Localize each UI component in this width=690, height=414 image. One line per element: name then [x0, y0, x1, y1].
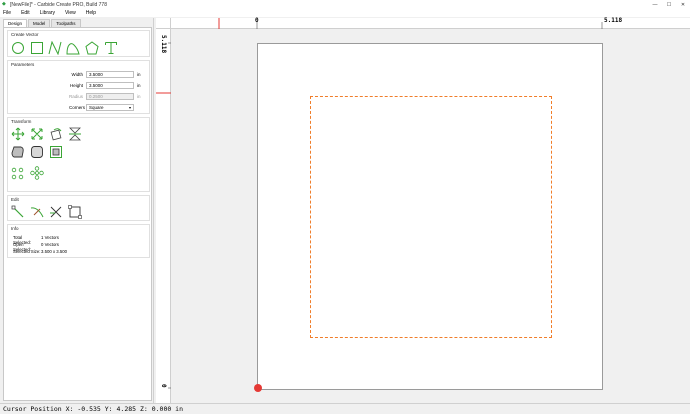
origin-marker: [254, 384, 262, 392]
curve-icon[interactable]: [66, 41, 80, 55]
trim-icon[interactable]: [30, 205, 44, 219]
array-icon[interactable]: [30, 166, 44, 180]
radius-unit: in: [137, 94, 141, 99]
fillet-icon[interactable]: [30, 145, 44, 159]
top-ruler-max: 5.118: [604, 17, 623, 24]
menu-bar: File Edit Library View Help: [0, 9, 690, 17]
parameters-group: Parameters Width 3.5000 in Height 3.5000…: [7, 60, 150, 114]
corners-value: Square: [89, 105, 104, 110]
top-ruler: 0 5.118: [171, 17, 690, 29]
transform-title: Transform: [11, 119, 32, 124]
transform-group: Transform: [7, 117, 150, 192]
corners-row: Corners Square ▾: [69, 104, 143, 111]
window-controls: — ☐ ✕: [648, 0, 690, 9]
window-title: [NewFile]* - Carbide Create PRO, Build 7…: [10, 1, 107, 8]
height-row: Height 3.5000 in: [69, 82, 143, 89]
info-group: Info Total Selected: 1 Vectors Open Sele…: [7, 224, 150, 258]
height-label: Height: [69, 83, 83, 88]
width-unit: in: [137, 72, 141, 77]
width-label: Width: [71, 72, 83, 77]
circle-icon[interactable]: [11, 41, 25, 55]
corners-label: Corners: [69, 105, 86, 110]
height-field[interactable]: 3.5000: [86, 82, 134, 89]
left-panel: Design Model Toolpaths Create Vector Par…: [0, 18, 154, 403]
rotate-icon[interactable]: [49, 127, 63, 141]
tab-toolpaths[interactable]: Toolpaths: [51, 19, 81, 27]
info-selected-size: Selected Size: 3.500 x 3.500: [13, 249, 67, 254]
mirror-icon[interactable]: [68, 127, 82, 141]
design-canvas[interactable]: 0 5.118 5.118 0: [156, 17, 690, 403]
panel-tabs: Design Model Toolpaths: [3, 19, 82, 27]
edit-title: Edit: [11, 197, 19, 202]
menu-library[interactable]: Library: [35, 10, 60, 16]
maximize-button[interactable]: ☐: [662, 0, 676, 9]
polygon-icon[interactable]: [85, 41, 99, 55]
minimize-button[interactable]: —: [648, 0, 662, 9]
status-bar: Cursor Position X: -0.535 Y: 4.285 Z: 0.…: [0, 403, 690, 414]
align-icon[interactable]: [11, 166, 25, 180]
stock-area[interactable]: [254, 43, 603, 392]
radius-field: 0.2500: [86, 93, 134, 100]
radius-row: Radius 0.2500 in: [69, 93, 143, 100]
selected-size-label: Selected Size:: [13, 249, 41, 254]
height-unit: in: [137, 83, 141, 88]
move-icon[interactable]: [11, 127, 25, 141]
polyline-icon[interactable]: [48, 40, 62, 56]
offset-icon[interactable]: [11, 145, 25, 159]
boolean-icon[interactable]: [68, 205, 82, 219]
node-edit-icon[interactable]: [11, 205, 25, 219]
corners-select[interactable]: Square ▾: [86, 104, 134, 111]
radius-label: Radius: [69, 94, 84, 99]
design-panel: Create Vector Parameters Width 3.5000 in…: [3, 27, 152, 401]
width-row: Width 3.5000 in: [69, 71, 143, 78]
edit-group: Edit: [7, 195, 150, 221]
inset-icon[interactable]: [49, 145, 63, 159]
cursor-position: Cursor Position X: -0.535 Y: 4.285 Z: 0.…: [3, 405, 184, 413]
chevron-down-icon: ▾: [128, 105, 131, 110]
menu-help[interactable]: Help: [81, 10, 101, 16]
parameters-title: Parameters: [11, 62, 35, 67]
selected-size-value: 3.500 x 3.500: [41, 249, 68, 254]
top-ruler-zero: 0: [255, 17, 259, 24]
cut-icon[interactable]: [49, 205, 63, 219]
menu-file[interactable]: File: [0, 10, 16, 16]
rectangle-icon[interactable]: [30, 41, 44, 55]
menu-edit[interactable]: Edit: [16, 10, 35, 16]
left-ruler-zero: 0: [160, 384, 167, 388]
left-ruler: 5.118 0: [156, 29, 171, 403]
app-logo-icon: ◆: [2, 1, 6, 7]
left-ruler-max: 5.118: [160, 35, 167, 54]
info-title: Info: [11, 226, 19, 231]
close-button[interactable]: ✕: [676, 0, 690, 9]
tab-design[interactable]: Design: [3, 19, 28, 27]
tab-model[interactable]: Model: [28, 19, 51, 27]
scale-icon[interactable]: [30, 127, 44, 141]
width-field[interactable]: 3.5000: [86, 71, 134, 78]
menu-view[interactable]: View: [60, 10, 81, 16]
create-vector-title: Create Vector: [11, 32, 39, 37]
text-icon[interactable]: [104, 41, 118, 55]
create-vector-group: Create Vector: [7, 30, 150, 57]
left-ruler-ticks: [156, 42, 171, 389]
ruler-corner: [156, 18, 171, 29]
title-bar: ◆ [NewFile]* - Carbide Create PRO, Build…: [0, 0, 690, 9]
selected-rectangle-vector[interactable]: [310, 96, 552, 338]
